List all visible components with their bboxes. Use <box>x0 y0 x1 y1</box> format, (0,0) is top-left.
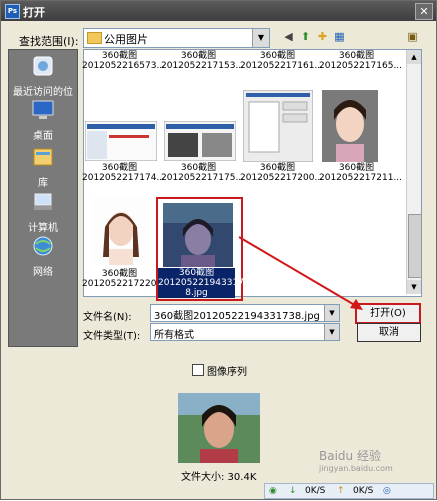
watermark-url: jingyan.baidu.com <box>319 464 393 473</box>
upload-speed: 0K/S <box>353 486 374 496</box>
network-icon: ◎ <box>383 486 391 496</box>
preview-image <box>178 393 260 463</box>
image-sequence-label: 图像序列 <box>207 367 247 378</box>
open-dialog: Ps 打开 ✕ 查找范围(I): 公用图片 ▼ ◀ ⬆ ✚ ▦ ▣ 最近访问的位… <box>0 0 437 500</box>
watermark-text: Baidu 经验 <box>319 449 381 463</box>
watermark: Baidu 经验 jingyan.baidu.com <box>319 447 393 473</box>
shield-icon: ◉ <box>269 486 277 496</box>
download-speed: 0K/S <box>305 486 326 496</box>
status-bar: ◉ ↓ 0K/S ↑ 0K/S ◎ <box>264 483 434 499</box>
image-sequence-checkbox[interactable] <box>192 364 204 376</box>
file-size-label: 文件大小: 30.4K <box>181 472 257 483</box>
upload-arrow-icon: ↑ <box>337 486 345 496</box>
download-arrow-icon: ↓ <box>289 486 297 496</box>
